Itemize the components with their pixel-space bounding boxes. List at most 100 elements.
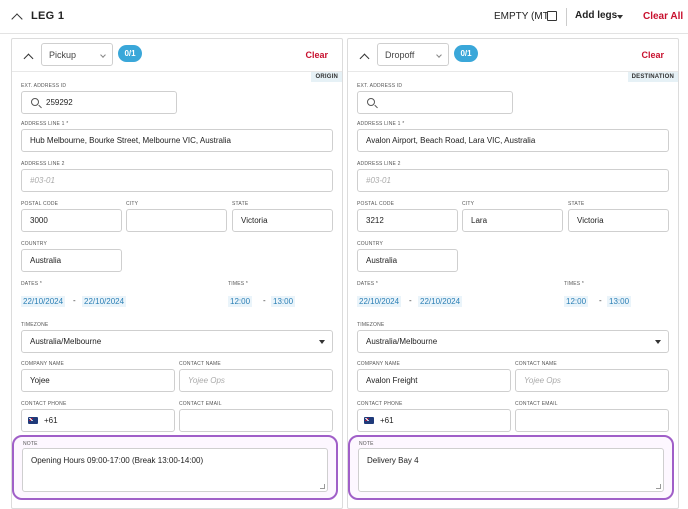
- country-label: COUNTRY: [357, 241, 384, 247]
- time-range-dash: -: [263, 296, 266, 305]
- dates-label: DATES *: [21, 281, 43, 287]
- header-divider: [566, 8, 567, 26]
- contact-phone-label: CONTACT PHONE: [357, 401, 403, 407]
- pickup-date-from[interactable]: 22/10/2024: [21, 296, 66, 307]
- dropoff-note-highlight: NOTE Delivery Bay 4: [348, 435, 674, 500]
- caret-down-icon: [319, 340, 325, 344]
- date-range-dash: -: [409, 296, 412, 305]
- contact-name-label: CONTACT NAME: [179, 361, 221, 367]
- resize-handle-icon[interactable]: [656, 484, 661, 489]
- company-name-label: COMPANY NAME: [357, 361, 401, 367]
- pickup-address-line-1-input[interactable]: Hub Melbourne, Bourke Street, Melbourne …: [21, 129, 333, 152]
- timezone-label: TIMEZONE: [21, 322, 49, 328]
- dropoff-address-line-1-input[interactable]: Avalon Airport, Beach Road, Lara VIC, Au…: [357, 129, 669, 152]
- address-line-1-label: ADDRESS LINE 1 *: [21, 121, 69, 127]
- pickup-company-name-input[interactable]: Yojee: [21, 369, 175, 392]
- contact-phone-label: CONTACT PHONE: [21, 401, 67, 407]
- state-label: STATE: [232, 201, 249, 207]
- pickup-country-input[interactable]: Australia: [21, 249, 122, 272]
- dropoff-date-from[interactable]: 22/10/2024: [357, 296, 402, 307]
- dropoff-city-input[interactable]: Lara: [462, 209, 563, 232]
- address-line-2-label: ADDRESS LINE 2: [21, 161, 65, 167]
- origin-tag: ORIGIN: [311, 72, 342, 82]
- chevron-down-icon: [436, 52, 442, 58]
- dropoff-country-input[interactable]: Australia: [357, 249, 458, 272]
- pickup-contact-name-input[interactable]: Yojee Ops: [179, 369, 333, 392]
- note-label: NOTE: [359, 441, 374, 447]
- dropoff-time-to[interactable]: 13:00: [607, 296, 632, 307]
- timezone-label: TIMEZONE: [357, 322, 385, 328]
- pickup-time-from[interactable]: 12:00: [228, 296, 253, 307]
- pickup-collapse-chevron-up-icon[interactable]: [21, 49, 35, 63]
- pickup-contact-email-input[interactable]: [179, 409, 333, 432]
- dropoff-panel: Dropoff 0/1 Clear DESTINATION EXT. ADDRE…: [347, 38, 679, 509]
- dropoff-phone-value: +61: [380, 416, 394, 425]
- pickup-note-textarea[interactable]: Opening Hours 09:00-17:00 (Break 13:00-1…: [22, 448, 328, 492]
- pickup-postal-code-input[interactable]: 3000: [21, 209, 122, 232]
- dropoff-count-badge: 0/1: [454, 45, 478, 62]
- dropoff-type-value: Dropoff: [385, 50, 415, 60]
- dates-label: DATES *: [357, 281, 379, 287]
- pickup-city-input[interactable]: [126, 209, 227, 232]
- dropoff-ext-address-id-input[interactable]: [357, 91, 513, 114]
- dropoff-contact-phone-input[interactable]: +61: [357, 409, 511, 432]
- time-range-dash: -: [599, 296, 602, 305]
- pickup-ext-address-id-input[interactable]: 259292: [21, 91, 177, 114]
- destination-tag: DESTINATION: [627, 72, 678, 82]
- pickup-contact-phone-input[interactable]: +61: [21, 409, 175, 432]
- dropoff-contact-name-input[interactable]: Yojee Ops: [515, 369, 669, 392]
- dropoff-collapse-chevron-up-icon[interactable]: [357, 49, 371, 63]
- dropoff-note-value: Delivery Bay 4: [367, 456, 419, 465]
- dropoff-note-textarea[interactable]: Delivery Bay 4: [358, 448, 664, 492]
- pickup-type-value: Pickup: [49, 50, 77, 60]
- country-label: COUNTRY: [21, 241, 48, 247]
- pickup-type-select[interactable]: Pickup: [41, 43, 113, 66]
- leg-collapse-chevron-up-icon[interactable]: [10, 10, 24, 25]
- city-label: CITY: [462, 201, 475, 207]
- pickup-state-input[interactable]: Victoria: [232, 209, 333, 232]
- pickup-phone-value: +61: [44, 416, 58, 425]
- postal-code-label: POSTAL CODE: [357, 201, 395, 207]
- pickup-panel: Pickup 0/1 Clear ORIGIN EXT. ADDRESS ID …: [11, 38, 343, 509]
- resize-handle-icon[interactable]: [320, 484, 325, 489]
- pickup-clear-button[interactable]: Clear: [305, 50, 328, 60]
- pickup-date-to[interactable]: 22/10/2024: [82, 296, 127, 307]
- note-label: NOTE: [23, 441, 38, 447]
- contact-name-label: CONTACT NAME: [515, 361, 557, 367]
- dropoff-clear-button[interactable]: Clear: [641, 50, 664, 60]
- pickup-note-highlight: NOTE Opening Hours 09:00-17:00 (Break 13…: [12, 435, 338, 500]
- search-icon: [367, 98, 375, 106]
- dropoff-state-input[interactable]: Victoria: [568, 209, 669, 232]
- contact-email-label: CONTACT EMAIL: [179, 401, 222, 407]
- dropoff-company-name-input[interactable]: Avalon Freight: [357, 369, 511, 392]
- pickup-timezone-select[interactable]: Australia/Melbourne: [21, 330, 333, 353]
- add-legs-button[interactable]: Add legs: [575, 10, 617, 21]
- australia-flag-icon[interactable]: [28, 417, 38, 424]
- clear-all-button[interactable]: Clear All: [643, 11, 683, 22]
- pickup-timezone-value: Australia/Melbourne: [30, 337, 102, 346]
- add-legs-caret-down-icon[interactable]: [617, 15, 623, 19]
- dropoff-postal-code-input[interactable]: 3212: [357, 209, 458, 232]
- australia-flag-icon[interactable]: [364, 417, 374, 424]
- state-label: STATE: [568, 201, 585, 207]
- dropoff-time-from[interactable]: 12:00: [564, 296, 589, 307]
- pickup-time-to[interactable]: 13:00: [271, 296, 296, 307]
- date-range-dash: -: [73, 296, 76, 305]
- address-line-1-label: ADDRESS LINE 1 *: [357, 121, 405, 127]
- ext-address-id-label: EXT. ADDRESS ID: [357, 83, 403, 89]
- city-label: CITY: [126, 201, 139, 207]
- dropoff-timezone-select[interactable]: Australia/Melbourne: [357, 330, 669, 353]
- leg-title: LEG 1: [31, 10, 65, 22]
- pickup-address-line-2-input[interactable]: #03-01: [21, 169, 333, 192]
- ext-address-id-label: EXT. ADDRESS ID: [21, 83, 67, 89]
- pickup-count-badge: 0/1: [118, 45, 142, 62]
- postal-code-label: POSTAL CODE: [21, 201, 59, 207]
- pickup-panel-header: Pickup 0/1 Clear: [12, 39, 342, 71]
- empty-mt-checkbox[interactable]: [547, 11, 557, 21]
- pickup-ext-address-id-value: 259292: [46, 98, 73, 107]
- dropoff-address-line-2-input[interactable]: #03-01: [357, 169, 669, 192]
- dropoff-type-select[interactable]: Dropoff: [377, 43, 449, 66]
- dropoff-contact-email-input[interactable]: [515, 409, 669, 432]
- contact-email-label: CONTACT EMAIL: [515, 401, 558, 407]
- dropoff-date-to[interactable]: 22/10/2024: [418, 296, 463, 307]
